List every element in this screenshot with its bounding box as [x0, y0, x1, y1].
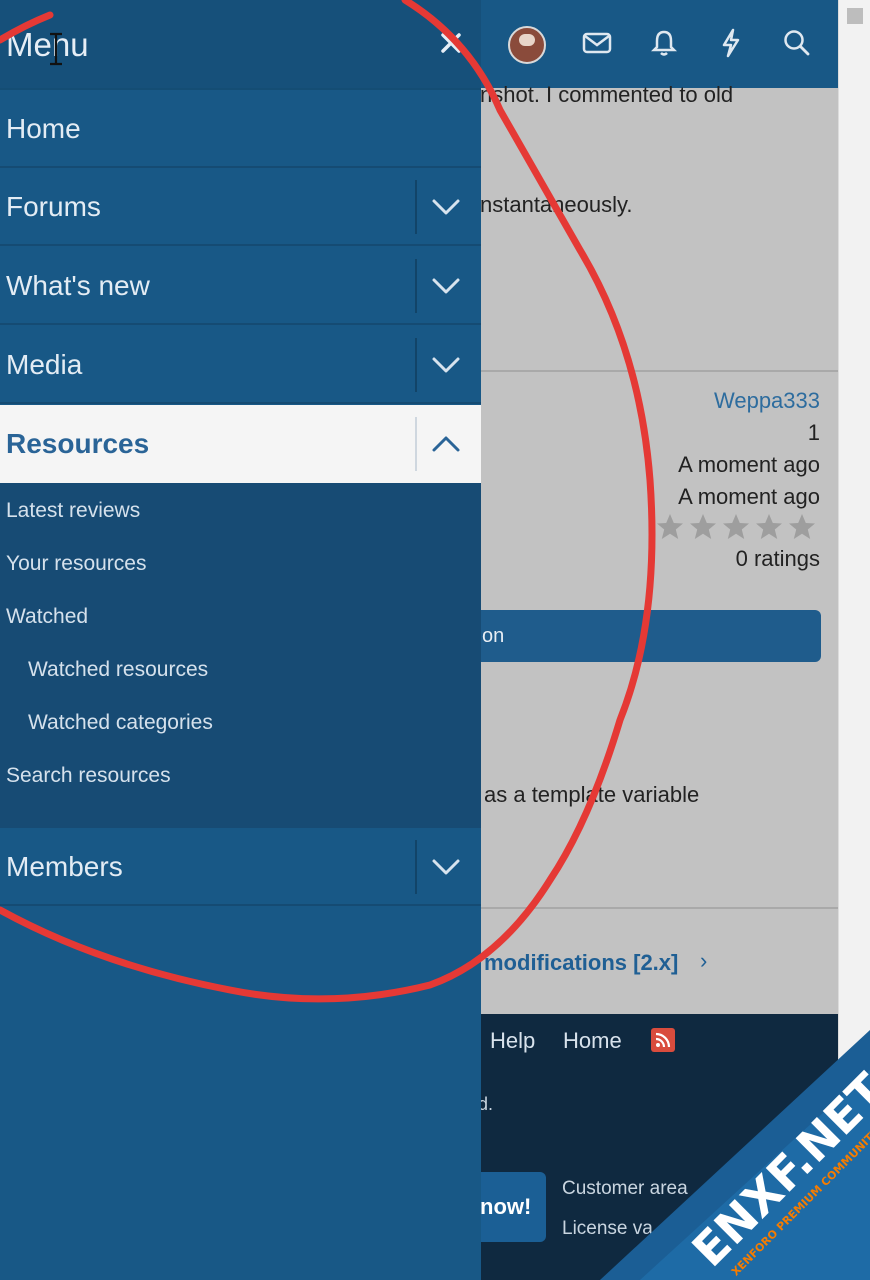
menu-item-label: Forums: [6, 191, 101, 222]
menu-item-resources[interactable]: Resources: [0, 405, 481, 483]
star-icon[interactable]: [754, 512, 784, 542]
rating-stars[interactable]: [655, 512, 817, 542]
close-icon[interactable]: [434, 26, 468, 60]
star-icon[interactable]: [721, 512, 751, 542]
count-value: 1: [807, 420, 820, 445]
ratings-count: 0 ratings: [735, 546, 820, 571]
chevron-right-icon[interactable]: ›: [700, 948, 707, 974]
star-icon[interactable]: [655, 512, 685, 542]
divider: [481, 370, 838, 372]
action-button[interactable]: on: [470, 610, 821, 662]
menu-item-media[interactable]: Media: [0, 326, 481, 404]
footer-link-help[interactable]: Help: [490, 1028, 535, 1054]
menu-item-members[interactable]: Members: [0, 828, 481, 906]
resources-submenu: Latest reviews Your resources Watched Wa…: [0, 483, 481, 828]
category-link[interactable]: modifications [2.x]: [484, 950, 678, 976]
chevron-down-icon[interactable]: [425, 265, 467, 307]
scrollbar[interactable]: [838, 0, 870, 1280]
divider: [415, 417, 417, 471]
divider: [415, 180, 417, 234]
customer-area-link[interactable]: Customer area: [562, 1178, 688, 1200]
chevron-down-icon[interactable]: [425, 846, 467, 888]
divider: [415, 338, 417, 392]
post-text: nstantaneously.: [480, 192, 633, 217]
author-link[interactable]: Weppa333: [714, 388, 820, 414]
menu-item-label: Media: [6, 349, 83, 380]
chevron-down-icon[interactable]: [425, 186, 467, 228]
license-link[interactable]: License va: [562, 1218, 653, 1240]
bolt-icon[interactable]: [714, 26, 748, 60]
menu-item-label: Home: [6, 113, 81, 144]
divider: [481, 907, 838, 909]
star-icon[interactable]: [688, 512, 718, 542]
chevron-down-icon[interactable]: [425, 344, 467, 386]
buy-now-button[interactable]: now!: [470, 1172, 546, 1242]
time-value: A moment ago: [678, 452, 820, 477]
scroll-up-arrow[interactable]: [847, 8, 863, 24]
chevron-up-icon[interactable]: [425, 423, 467, 465]
rss-icon[interactable]: [651, 1028, 675, 1052]
search-icon[interactable]: [780, 26, 814, 60]
submenu-item-search-resources[interactable]: Search resources: [6, 764, 171, 788]
menu-item-label: What's new: [6, 270, 150, 301]
submenu-item-watched[interactable]: Watched: [6, 605, 88, 629]
avatar[interactable]: [508, 26, 546, 64]
menu-item-home[interactable]: Home: [0, 90, 481, 168]
menu-header: Menu: [0, 0, 481, 90]
menu-item-label: Members: [6, 851, 123, 882]
text-cursor-icon: [50, 32, 62, 66]
time-value: A moment ago: [678, 484, 820, 509]
submenu-item-watched-resources[interactable]: Watched resources: [28, 658, 208, 682]
off-canvas-menu: Menu Home Forums What's new Media Resour…: [0, 0, 481, 1280]
submenu-item-latest-reviews[interactable]: Latest reviews: [6, 499, 140, 523]
divider: [415, 259, 417, 313]
menu-item-label: Resources: [6, 428, 150, 459]
bell-icon[interactable]: [647, 26, 681, 60]
star-icon[interactable]: [787, 512, 817, 542]
menu-item-forums[interactable]: Forums: [0, 168, 481, 246]
footer-link-home[interactable]: Home: [563, 1028, 622, 1054]
divider: [415, 840, 417, 894]
menu-item-whats-new[interactable]: What's new: [0, 247, 481, 325]
post-text: as a template variable: [484, 782, 700, 807]
post-text: nshot. I commented to old: [480, 82, 734, 107]
submenu-item-your-resources[interactable]: Your resources: [6, 552, 146, 576]
submenu-item-watched-categories[interactable]: Watched categories: [28, 711, 213, 735]
mail-icon[interactable]: [580, 26, 614, 60]
